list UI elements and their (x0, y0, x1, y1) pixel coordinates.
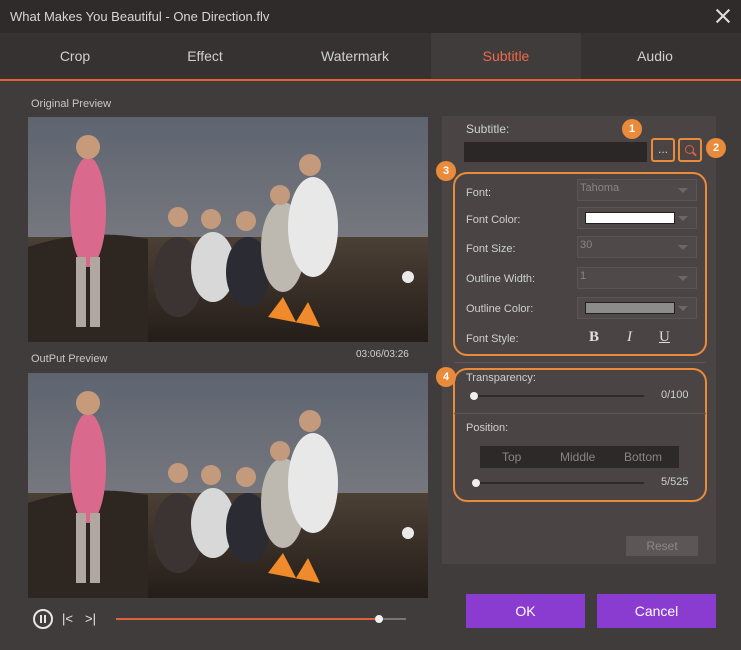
font-dropdown[interactable]: Tahoma (577, 179, 697, 201)
browse-subtitle-button[interactable]: ... (651, 138, 675, 162)
output-preview-label: OutPut Preview (31, 353, 108, 365)
title-bar: What Makes You Beautiful - One Direction… (0, 0, 741, 33)
outline-width-label: Outline Width: (466, 273, 536, 285)
playback-controls: |< >| (28, 604, 428, 634)
transparency-knob[interactable] (470, 392, 478, 400)
font-size-value: 30 (580, 239, 593, 251)
tab-bar: Crop Effect Watermark Subtitle Audio (0, 33, 741, 81)
callout-badge-3: 3 (436, 161, 456, 181)
outline-color-picker[interactable] (577, 297, 697, 319)
chevron-down-icon (678, 188, 688, 193)
font-color-label: Font Color: (466, 214, 521, 226)
callout-badge-1: 1 (622, 119, 642, 139)
transparency-slider[interactable] (470, 392, 644, 400)
chevron-down-icon (678, 276, 688, 281)
tab-effect[interactable]: Effect (130, 33, 280, 79)
position-middle-option[interactable]: Middle (560, 450, 595, 464)
video-edit-window: What Makes You Beautiful - One Direction… (0, 0, 741, 650)
playback-progress-bar[interactable] (116, 615, 406, 623)
font-size-dropdown[interactable]: 30 (577, 236, 697, 258)
outline-width-dropdown[interactable]: 1 (577, 267, 697, 289)
progress-knob[interactable] (374, 615, 383, 623)
font-style-label: Font Style: (466, 333, 519, 345)
callout-badge-2: 2 (706, 138, 726, 158)
output-preview-image (28, 373, 428, 598)
position-segmented-control: Top Middle Bottom (480, 446, 679, 468)
original-preview-label: Original Preview (31, 98, 112, 110)
chevron-down-icon (678, 245, 688, 250)
divider (454, 362, 706, 363)
callout-badge-4: 4 (436, 367, 456, 387)
prev-frame-icon[interactable]: |< (62, 612, 73, 626)
position-value: 5/525 (661, 476, 689, 488)
outline-color-label: Outline Color: (466, 303, 534, 315)
transparency-label: Transparency: (466, 372, 536, 384)
position-knob[interactable] (471, 479, 480, 487)
position-bottom-option[interactable]: Bottom (624, 450, 662, 464)
divider (454, 413, 706, 414)
font-value: Tahoma (580, 182, 620, 194)
progress-fill (116, 618, 379, 620)
original-preview-image (28, 117, 428, 342)
transparency-value: 0/100 (661, 389, 689, 401)
cancel-button[interactable]: Cancel (597, 594, 716, 628)
subtitle-settings-panel: Subtitle: ... Font: Tahoma Font Color: F… (442, 116, 716, 564)
underline-button[interactable]: U (659, 329, 670, 346)
pause-icon[interactable] (33, 609, 53, 629)
position-top-option[interactable]: Top (502, 450, 521, 464)
font-label: Font: (466, 187, 492, 199)
font-color-picker[interactable] (577, 207, 697, 229)
window-title: What Makes You Beautiful - One Direction… (10, 9, 270, 24)
position-slider[interactable] (471, 479, 644, 487)
italic-button[interactable]: I (627, 329, 632, 346)
ok-button[interactable]: OK (466, 594, 585, 628)
tab-crop[interactable]: Crop (0, 33, 150, 79)
position-label: Position: (466, 422, 509, 434)
bold-button[interactable]: B (589, 329, 599, 346)
tab-watermark[interactable]: Watermark (280, 33, 430, 79)
subtitle-label: Subtitle: (466, 122, 510, 136)
font-color-swatch (585, 212, 675, 224)
reset-button[interactable]: Reset (626, 536, 698, 556)
font-size-label: Font Size: (466, 243, 516, 255)
next-frame-icon[interactable]: >| (85, 612, 96, 626)
chevron-down-icon (678, 306, 688, 311)
tab-audio[interactable]: Audio (580, 33, 730, 79)
outline-width-value: 1 (580, 270, 587, 282)
timecode: 03:06/03:26 (356, 349, 409, 360)
subtitle-file-input[interactable] (464, 142, 647, 162)
search-subtitle-button[interactable] (678, 138, 702, 162)
close-icon[interactable] (713, 6, 733, 26)
chevron-down-icon (678, 216, 688, 221)
outline-color-swatch (585, 302, 675, 314)
tab-subtitle[interactable]: Subtitle (431, 33, 581, 79)
